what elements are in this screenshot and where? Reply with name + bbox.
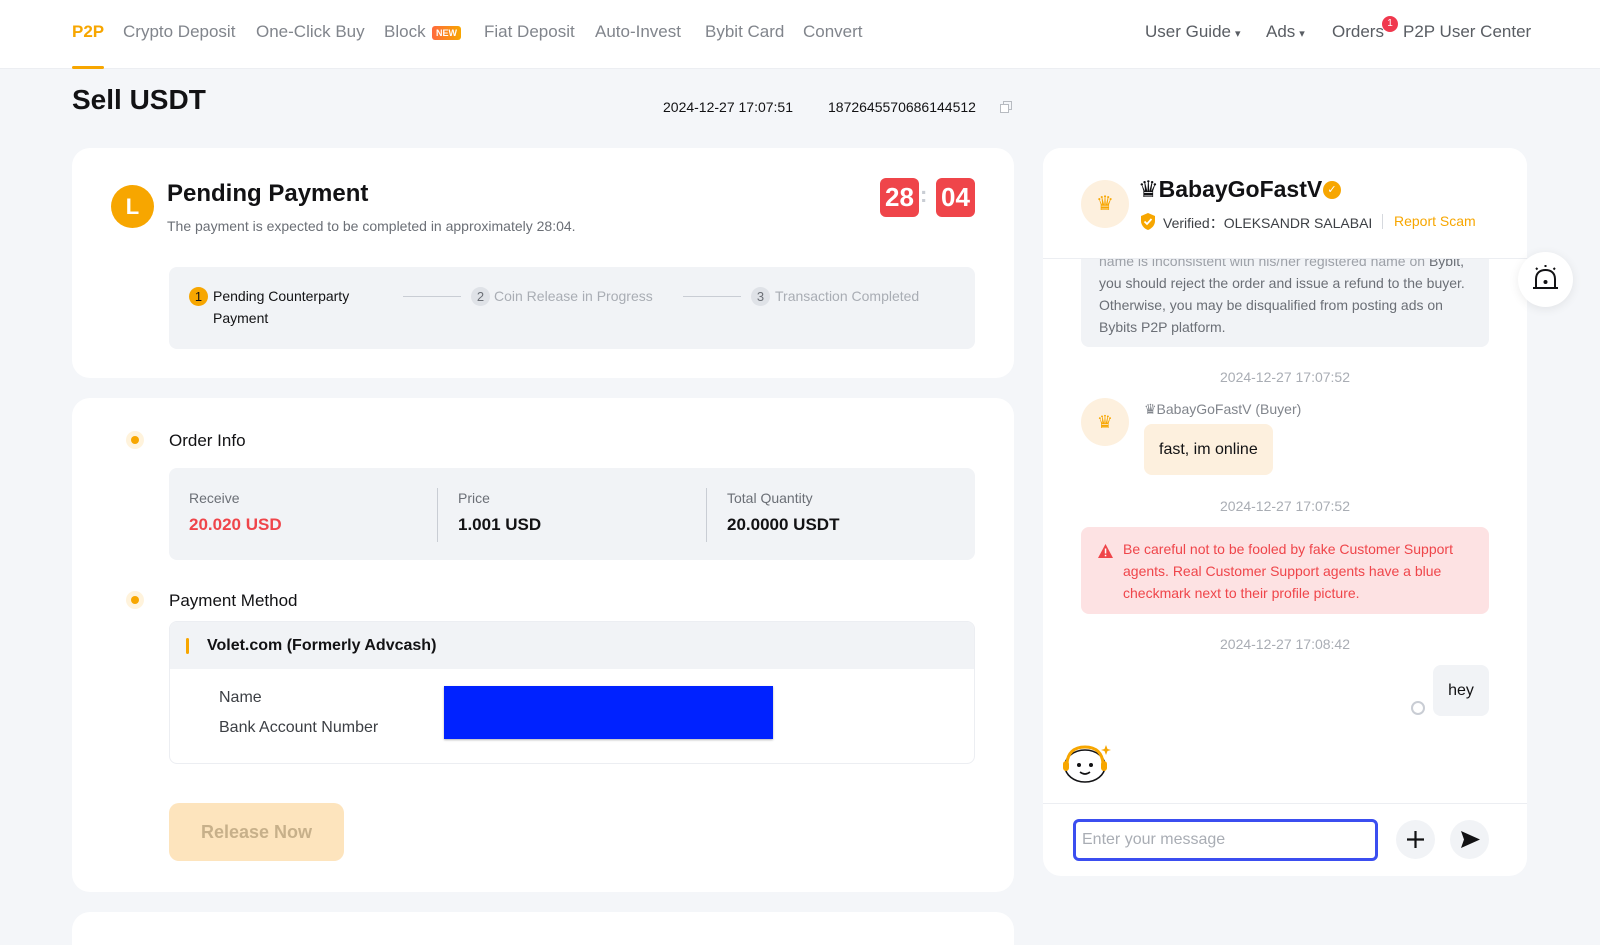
shield-check-icon — [1141, 213, 1155, 230]
step-3-number: 3 — [751, 287, 770, 306]
status-subtitle: The payment is expected to be completed … — [167, 218, 576, 234]
nav-p2p-user-center[interactable]: P2P User Center — [1403, 22, 1531, 42]
copy-icon[interactable] — [1000, 101, 1012, 113]
step-connector — [403, 296, 461, 297]
order-info-box: Receive 20.020 USD Price 1.001 USD Total… — [169, 468, 975, 560]
chevron-down-icon: ▾ — [1299, 28, 1305, 40]
step-connector — [683, 296, 741, 297]
input-divider — [1043, 803, 1527, 804]
progress-steps: 1 Pending Counterparty Payment 2 Coin Re… — [169, 267, 975, 349]
alarm-button[interactable] — [1518, 252, 1573, 307]
timer-colon: : — [920, 182, 928, 207]
counterparty-name[interactable]: ♛BabayGoFastV — [1138, 176, 1322, 203]
chat-timestamp: 2024-12-27 17:07:52 — [1220, 498, 1350, 514]
new-badge: NEW — [432, 26, 461, 40]
nav-one-click-buy[interactable]: One-Click Buy — [256, 22, 365, 42]
price-cell: Price 1.001 USD — [458, 490, 541, 535]
nav-auto-invest[interactable]: Auto-Invest — [595, 22, 681, 42]
warning-icon — [1098, 544, 1113, 558]
alarm-bell-icon — [1533, 265, 1558, 289]
scam-warning: Be careful not to be fooled by fake Cust… — [1081, 527, 1489, 614]
nav-p2p[interactable]: P2P — [72, 22, 104, 42]
status-title: Pending Payment — [167, 180, 369, 207]
nav-convert[interactable]: Convert — [803, 22, 863, 42]
nav-block[interactable]: Block — [384, 22, 426, 42]
divider — [706, 488, 707, 542]
chat-timestamp: 2024-12-27 17:08:42 — [1220, 636, 1350, 652]
active-tab-indicator — [72, 66, 104, 69]
nav-ads[interactable]: Ads ▾ — [1266, 22, 1305, 42]
orders-count-badge: 1 — [1382, 16, 1398, 32]
timer-seconds: 04 — [936, 178, 975, 217]
section-dot — [126, 431, 144, 449]
quantity-label: Total Quantity — [727, 490, 813, 506]
send-icon — [1461, 831, 1480, 848]
price-value: 1.001 USD — [458, 515, 542, 534]
section-dot — [126, 591, 144, 609]
send-button[interactable] — [1450, 820, 1489, 859]
verified-badge-icon: ✓ — [1323, 181, 1341, 199]
step-2-number: 2 — [471, 287, 490, 306]
chevron-down-icon: ▾ — [1234, 28, 1241, 40]
redacted-payment-details — [444, 686, 773, 739]
chat-header-divider — [1043, 258, 1527, 259]
receive-value: 20.020 USD — [189, 515, 282, 534]
order-id: 1872645570686144512 — [828, 99, 976, 115]
page-title: Sell USDT — [72, 84, 206, 115]
outgoing-message: hey — [1433, 665, 1489, 716]
step-2-label: Coin Release in Progress — [494, 288, 653, 304]
account-number-label: Bank Account Number — [219, 719, 379, 736]
verified-name: Verified：OLEKSANDR SALABAI — [1163, 215, 1373, 231]
payment-method-title: Payment Method — [169, 591, 298, 610]
attach-button[interactable] — [1396, 820, 1435, 859]
receive-label: Receive — [189, 490, 240, 506]
warning-text: Be careful not to be fooled by fake Cust… — [1123, 541, 1453, 601]
quantity-cell: Total Quantity 20.0000 USDT — [727, 490, 839, 535]
order-info-title: Order Info — [169, 431, 246, 450]
payment-method-name: Volet.com (Formerly Advcash) — [207, 637, 437, 654]
counterparty-avatar: L — [111, 185, 154, 228]
accent-bar — [186, 638, 189, 654]
nav-crypto-deposit[interactable]: Crypto Deposit — [123, 22, 235, 42]
system-message: name is inconsistent with his/her regist… — [1081, 246, 1489, 347]
top-nav: P2P Crypto Deposit One-Click Buy Block N… — [0, 0, 1600, 69]
payment-method-box: Volet.com (Formerly Advcash) Name Bank A… — [169, 621, 975, 764]
sending-status-icon — [1411, 701, 1425, 715]
incoming-message: fast, im online — [1144, 424, 1273, 475]
message-sender: ♛BabayGoFastV (Buyer) — [1144, 401, 1302, 417]
nav-fiat-deposit[interactable]: Fiat Deposit — [484, 22, 575, 42]
receive-cell: Receive 20.020 USD — [189, 490, 282, 535]
nav-bybit-card[interactable]: Bybit Card — [705, 22, 784, 42]
plus-icon — [1407, 831, 1424, 848]
next-card — [72, 912, 1014, 945]
sender-avatar: ♛ — [1081, 398, 1129, 446]
timer-minutes: 28 — [880, 178, 919, 217]
step-1-label: Pending Counterparty Payment — [213, 288, 350, 326]
divider — [437, 488, 438, 542]
price-label: Price — [458, 490, 490, 506]
counterparty-avatar: ♛ — [1081, 180, 1129, 228]
step-1-number: 1 — [189, 287, 208, 306]
payment-method-header: Volet.com (Formerly Advcash) — [170, 622, 974, 669]
step-3-label: Transaction Completed — [775, 288, 920, 304]
nav-orders[interactable]: Orders — [1332, 22, 1384, 42]
name-label: Name — [219, 689, 262, 706]
divider — [1382, 214, 1383, 229]
chat-timestamp: 2024-12-27 17:07:52 — [1220, 369, 1350, 385]
report-scam-link[interactable]: Report Scam — [1394, 213, 1476, 229]
message-input[interactable] — [1073, 819, 1378, 861]
order-time: 2024-12-27 17:07:51 — [663, 99, 793, 115]
release-now-button[interactable]: Release Now — [169, 803, 344, 861]
nav-user-guide[interactable]: User Guide ▾ — [1145, 22, 1241, 42]
quantity-value: 20.0000 USDT — [727, 515, 840, 534]
support-bot-icon[interactable] — [1060, 741, 1112, 785]
